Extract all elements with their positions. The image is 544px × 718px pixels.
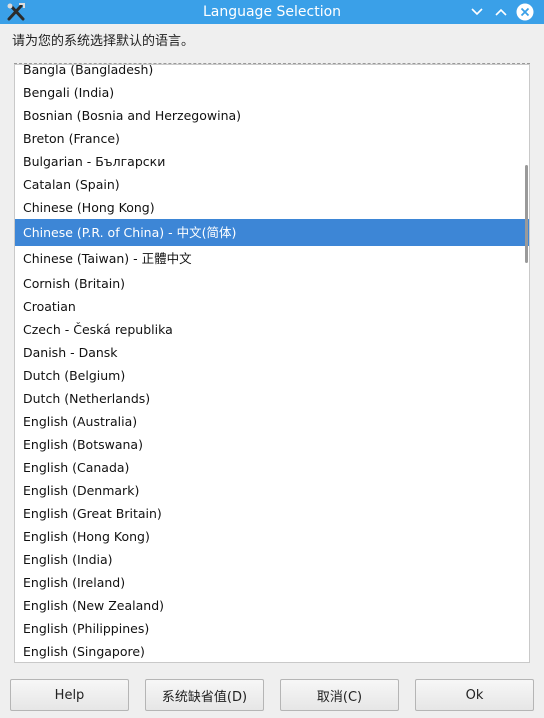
language-selection-window: Language Selection 请为您的系统选择默认的语言。 Bangla… — [0, 0, 544, 718]
list-item[interactable]: Chinese (Taiwan) - 正體中文 — [15, 246, 529, 272]
system-default-button[interactable]: 系统缺省值(D) — [145, 679, 264, 711]
list-item[interactable]: English (Australia) — [15, 410, 529, 433]
help-button[interactable]: Help — [10, 679, 129, 711]
list-item[interactable]: English (New Zealand) — [15, 594, 529, 617]
list-item[interactable]: Catalan (Spain) — [15, 173, 529, 196]
window-title: Language Selection — [202, 4, 342, 20]
list-item[interactable]: Bengali (India) — [15, 81, 529, 104]
prompt-text: 请为您的系统选择默认的语言。 — [12, 34, 195, 49]
minimize-button[interactable] — [467, 2, 487, 22]
list-item[interactable]: Danish - Dansk — [15, 341, 529, 364]
list-item[interactable]: English (Denmark) — [15, 479, 529, 502]
title-bar[interactable]: Language Selection — [0, 0, 544, 24]
list-item[interactable]: English (Hong Kong) — [15, 525, 529, 548]
chevron-down-icon — [471, 8, 483, 16]
list-item[interactable]: Cornish (Britain) — [15, 272, 529, 295]
cancel-button[interactable]: 取消(C) — [280, 679, 399, 711]
list-item[interactable]: Breton (France) — [15, 127, 529, 150]
language-list[interactable]: Bangla (Bangladesh) Bengali (India) Bosnia… — [14, 64, 530, 663]
list-item[interactable]: Czech - Česká republika — [15, 318, 529, 341]
list-item[interactable]: Bulgarian - Български — [15, 150, 529, 173]
scrollbar-thumb[interactable] — [525, 165, 528, 263]
chevron-up-icon — [495, 8, 507, 16]
list-item[interactable]: Bosnian (Bosnia and Herzegowina) — [15, 104, 529, 127]
list-item[interactable]: Bangla (Bangladesh) — [15, 65, 529, 81]
list-item[interactable]: Chinese (Hong Kong) — [15, 196, 529, 219]
list-item[interactable]: English (Great Britain) — [15, 502, 529, 525]
close-icon — [516, 3, 534, 21]
list-item[interactable]: Croatian — [15, 295, 529, 318]
list-item[interactable]: Dutch (Belgium) — [15, 364, 529, 387]
list-item[interactable]: English (Botswana) — [15, 433, 529, 456]
close-button[interactable] — [515, 2, 535, 22]
list-item[interactable]: English (Philippines) — [15, 617, 529, 640]
list-item[interactable]: Dutch (Netherlands) — [15, 387, 529, 410]
maximize-button[interactable] — [491, 2, 511, 22]
list-item[interactable]: English (Ireland) — [15, 571, 529, 594]
list-item[interactable]: English (Canada) — [15, 456, 529, 479]
ok-button[interactable]: Ok — [415, 679, 534, 711]
list-item[interactable]: English (Singapore) — [15, 640, 529, 662]
list-item-selected[interactable]: Chinese (P.R. of China) - 中文(简体) — [15, 219, 529, 246]
list-item[interactable]: English (India) — [15, 548, 529, 571]
